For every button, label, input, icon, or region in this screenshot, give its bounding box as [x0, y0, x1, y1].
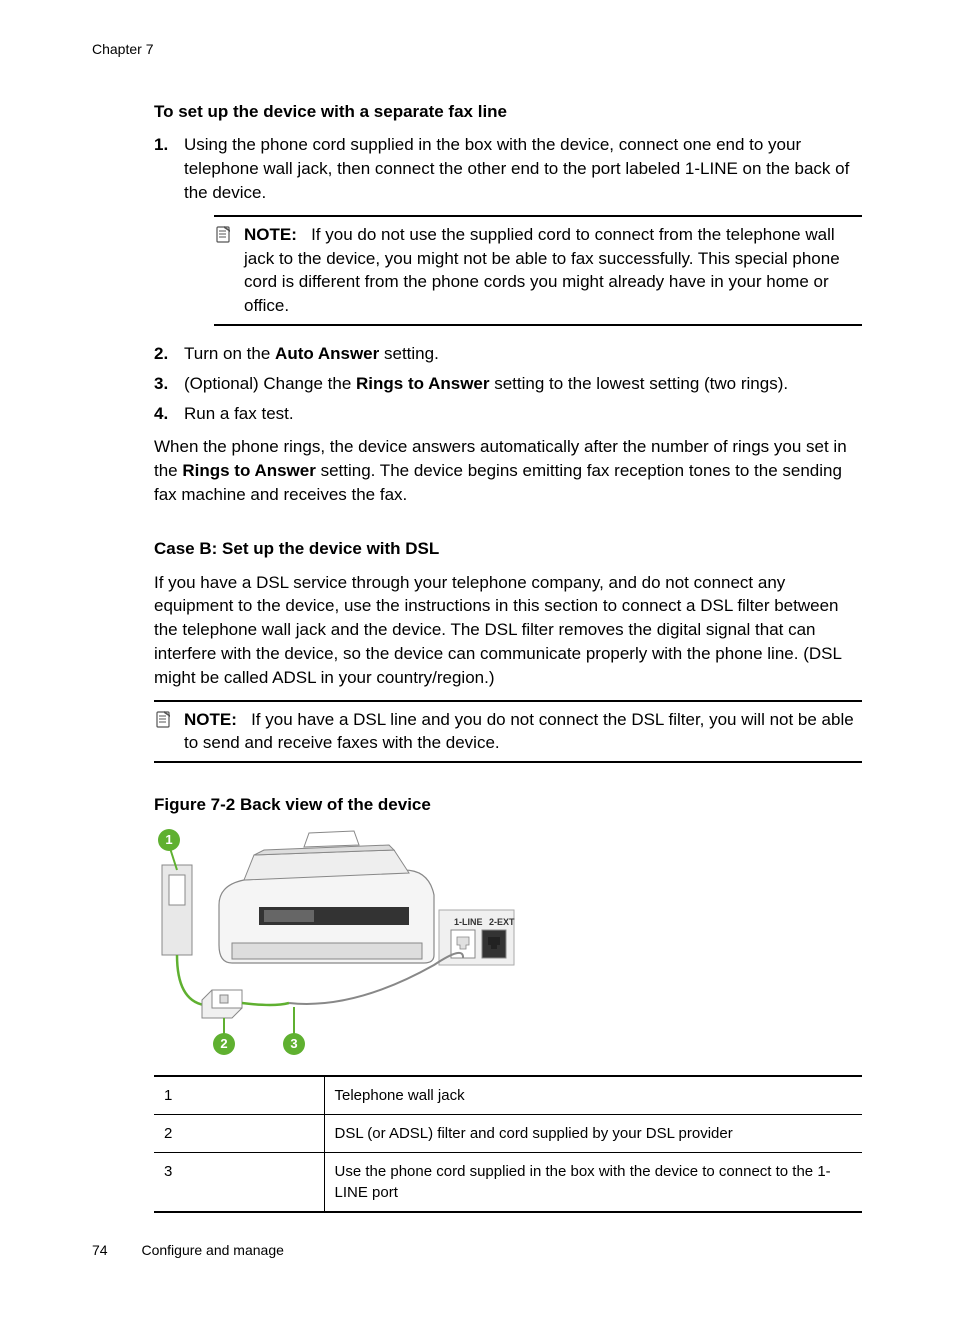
- step-4: 4. Run a fax test.: [154, 402, 862, 426]
- step-text-prefix: (Optional) Change the: [184, 374, 356, 393]
- note-body-text: If you do not use the supplied cord to c…: [244, 225, 840, 315]
- callout-1: 1: [158, 829, 180, 851]
- step-text-suffix: setting.: [379, 344, 439, 363]
- step-text: Using the phone cord supplied in the box…: [184, 135, 849, 202]
- note-label: NOTE:: [244, 225, 297, 244]
- chapter-header: Chapter 7: [92, 40, 862, 60]
- footer-title: Configure and manage: [141, 1242, 283, 1258]
- note-label: NOTE:: [184, 710, 237, 729]
- callout-3: 3: [283, 1033, 305, 1055]
- port-label-1line: 1-LINE: [454, 917, 483, 927]
- legend-num: 2: [154, 1114, 324, 1152]
- paragraph-dsl: If you have a DSL service through your t…: [154, 571, 862, 690]
- step-text-suffix: setting to the lowest setting (two rings…: [490, 374, 789, 393]
- table-row: 2 DSL (or ADSL) filter and cord supplied…: [154, 1114, 862, 1152]
- para-bold: Rings to Answer: [182, 461, 316, 480]
- note-body: [302, 225, 311, 244]
- legend-text: Telephone wall jack: [324, 1076, 862, 1115]
- figure-legend-table: 1 Telephone wall jack 2 DSL (or ADSL) fi…: [154, 1075, 862, 1213]
- step-text-bold: Rings to Answer: [356, 374, 490, 393]
- section-heading-dsl: Case B: Set up the device with DSL: [154, 537, 862, 561]
- note-text-container: NOTE: If you do not use the supplied cor…: [244, 223, 862, 318]
- step-3: 3. (Optional) Change the Rings to Answer…: [154, 372, 862, 396]
- section-heading-fax-line: To set up the device with a separate fax…: [154, 100, 862, 124]
- note-icon: [214, 225, 238, 318]
- page-content: To set up the device with a separate fax…: [154, 100, 862, 1213]
- step-2: 2. Turn on the Auto Answer setting.: [154, 342, 862, 366]
- note-box-dsl: NOTE: If you have a DSL line and you do …: [154, 700, 862, 764]
- page-number: 74: [92, 1242, 108, 1258]
- note-body-text: If you have a DSL line and you do not co…: [184, 710, 854, 753]
- step-text-bold: Auto Answer: [275, 344, 379, 363]
- legend-num: 3: [154, 1152, 324, 1212]
- legend-text: DSL (or ADSL) filter and cord supplied b…: [324, 1114, 862, 1152]
- port-label-2ext: 2-EXT: [489, 917, 515, 927]
- note-spacer: [242, 710, 251, 729]
- setup-steps-list: 1. Using the phone cord supplied in the …: [154, 133, 862, 425]
- note-box: NOTE: If you do not use the supplied cor…: [214, 215, 862, 326]
- legend-text: Use the phone cord supplied in the box w…: [324, 1152, 862, 1212]
- step-number: 2.: [154, 342, 184, 366]
- table-row: 3 Use the phone cord supplied in the box…: [154, 1152, 862, 1212]
- step-content: (Optional) Change the Rings to Answer se…: [184, 372, 862, 396]
- step-1: 1. Using the phone cord supplied in the …: [154, 133, 862, 336]
- step-text: Run a fax test.: [184, 404, 294, 423]
- step-content: Run a fax test.: [184, 402, 862, 426]
- figure-device-back-view: 1-LINE 2-EXT: [154, 825, 524, 1055]
- step-text-prefix: Turn on the: [184, 344, 275, 363]
- figure-caption: Figure 7-2 Back view of the device: [154, 793, 862, 817]
- note-icon: [154, 710, 178, 756]
- step-content: Turn on the Auto Answer setting.: [184, 342, 862, 366]
- step-content: Using the phone cord supplied in the box…: [184, 133, 862, 336]
- legend-num: 1: [154, 1076, 324, 1115]
- step-number: 1.: [154, 133, 184, 336]
- table-row: 1 Telephone wall jack: [154, 1076, 862, 1115]
- page-footer: 74 Configure and manage: [92, 1241, 284, 1261]
- paragraph-rings: When the phone rings, the device answers…: [154, 435, 862, 506]
- callout-2: 2: [213, 1033, 235, 1055]
- note-text-container: NOTE: If you have a DSL line and you do …: [184, 708, 862, 756]
- step-number: 3.: [154, 372, 184, 396]
- step-number: 4.: [154, 402, 184, 426]
